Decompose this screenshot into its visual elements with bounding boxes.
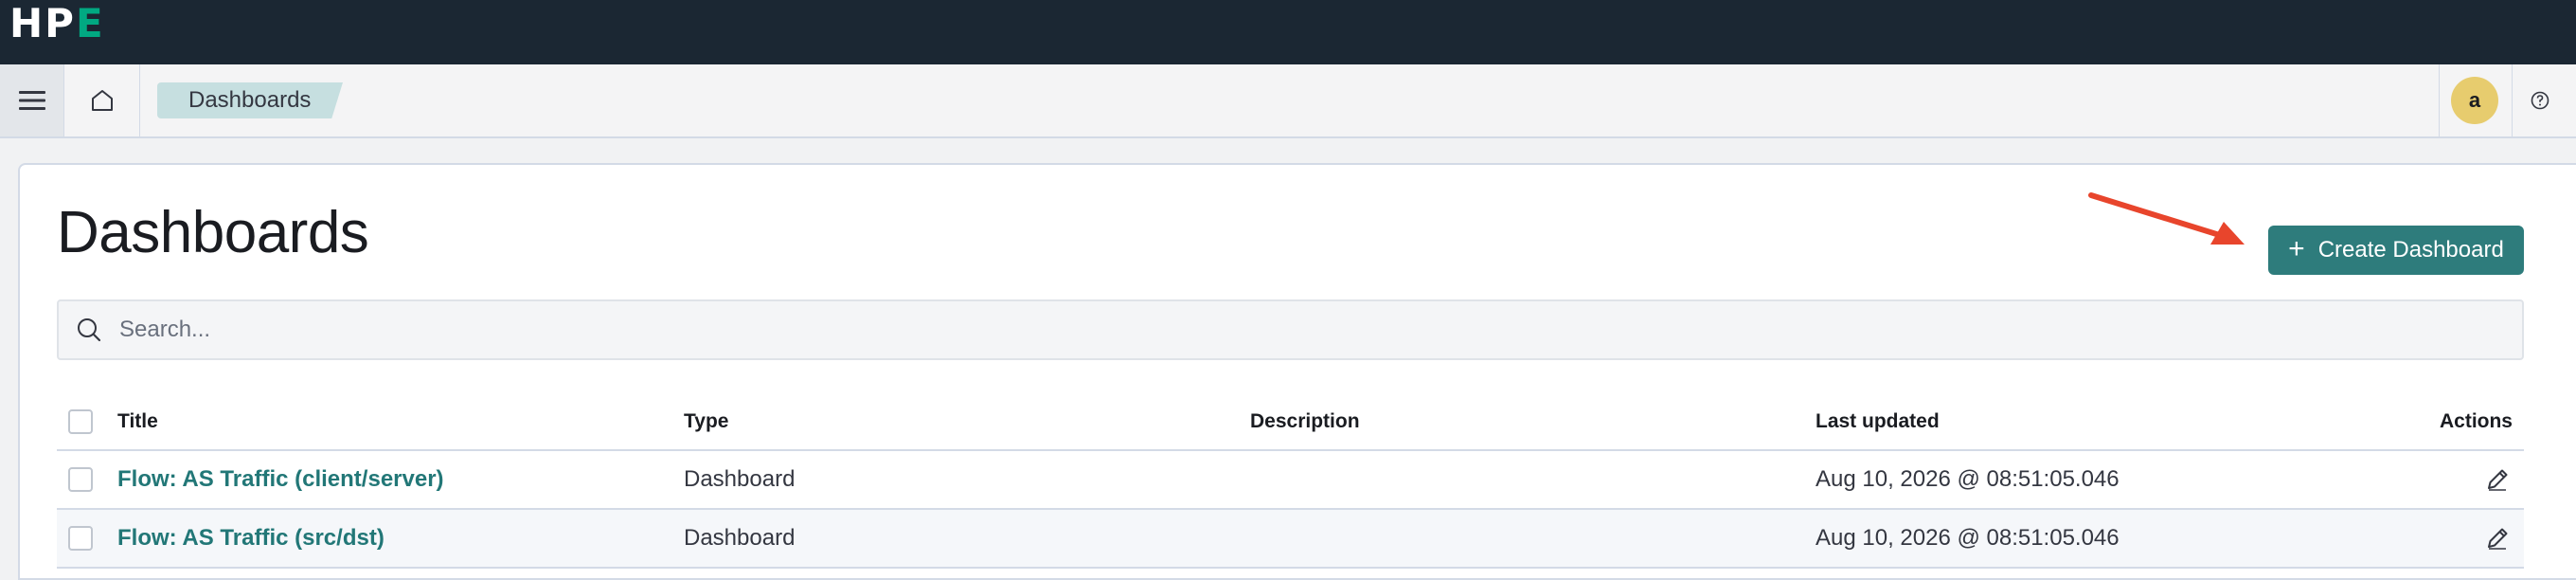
home-icon	[91, 90, 113, 111]
hpe-logo[interactable]: HP E	[9, 2, 105, 45]
dashboards-table: Title Type Description Last updated Acti…	[57, 394, 2524, 569]
logo-text-e: E	[75, 0, 105, 46]
page-title: Dashboards	[57, 200, 369, 265]
help-icon	[2531, 91, 2549, 110]
top-header: HP E	[0, 0, 2576, 64]
search-bar	[57, 299, 2524, 360]
navigation-bar: Dashboards a	[0, 64, 2576, 138]
user-avatar[interactable]: a	[2451, 77, 2498, 124]
search-icon	[59, 301, 119, 358]
column-header-actions: Actions	[2439, 410, 2513, 432]
create-dashboard-button[interactable]: + Create Dashboard	[2268, 226, 2524, 275]
help-button[interactable]	[2525, 85, 2555, 116]
create-dashboard-label: Create Dashboard	[2317, 237, 2504, 263]
dashboard-last-updated: Aug 10, 2026 @ 08:51:05.046	[1816, 525, 2120, 551]
pencil-icon[interactable]	[2484, 466, 2511, 493]
dashboard-type: Dashboard	[684, 525, 796, 551]
plus-icon: +	[2288, 232, 2305, 264]
annotation-arrow	[2088, 192, 2245, 245]
column-header-last-updated[interactable]: Last updated	[1816, 394, 1940, 449]
nav-divider	[2439, 64, 2440, 136]
table-row: Flow: AS Traffic (client/server) Dashboa…	[57, 451, 2524, 510]
dashboard-last-updated: Aug 10, 2026 @ 08:51:05.046	[1816, 466, 2120, 492]
dashboard-title-link[interactable]: Flow: AS Traffic (src/dst)	[117, 510, 385, 567]
select-all-checkbox[interactable]	[68, 409, 93, 434]
column-header-type[interactable]: Type	[684, 394, 728, 449]
dashboard-title-link[interactable]: Flow: AS Traffic (client/server)	[117, 451, 444, 508]
table-header-row: Title Type Description Last updated Acti…	[57, 394, 2524, 451]
column-header-title[interactable]: Title	[117, 394, 158, 449]
column-header-description[interactable]: Description	[1250, 394, 1360, 449]
hamburger-icon	[18, 91, 45, 110]
row-checkbox[interactable]	[68, 467, 93, 492]
table-row: Flow: AS Traffic (src/dst) Dashboard Aug…	[57, 510, 2524, 569]
breadcrumb-dashboards[interactable]: Dashboards	[157, 82, 343, 118]
dashboard-type: Dashboard	[684, 466, 796, 492]
search-input[interactable]	[119, 303, 2522, 356]
nav-divider	[2512, 64, 2513, 136]
menu-button[interactable]	[0, 64, 64, 136]
logo-text-hp: HP	[9, 0, 76, 46]
home-button[interactable]	[64, 64, 140, 136]
pencil-icon[interactable]	[2484, 525, 2511, 552]
row-checkbox[interactable]	[68, 526, 93, 551]
